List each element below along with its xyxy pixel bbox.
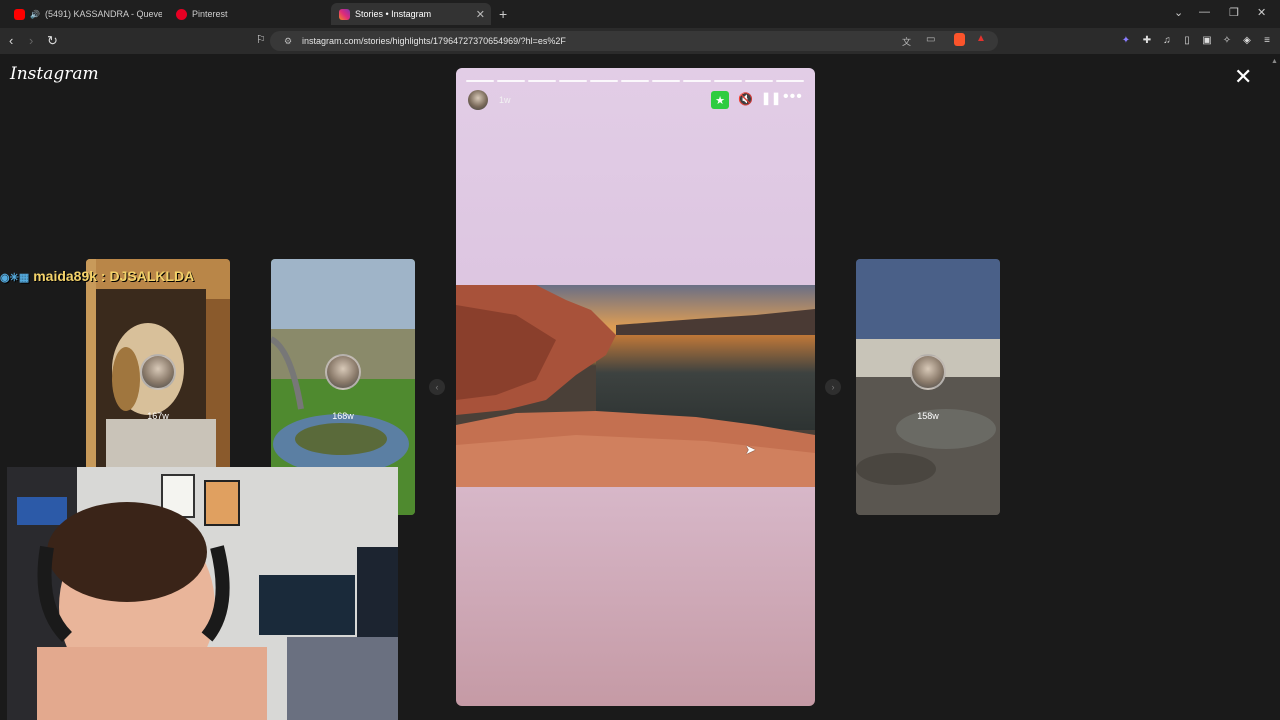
story-header: 1w ★ 🔇 ❚❚ ••• [468, 88, 804, 114]
wallet-icon[interactable]: ▣ [1201, 34, 1213, 46]
instagram-icon [339, 8, 350, 20]
back-button[interactable]: ‹ [9, 33, 13, 48]
youtube-icon [14, 8, 25, 20]
progress-segment [559, 80, 587, 82]
stream-chat-overlay: ◉✳▦ maida89k : DJSALKLDA [0, 268, 194, 284]
webcam-feed [7, 467, 398, 720]
mouse-cursor-icon: ➤ [745, 442, 756, 457]
extensions-icon[interactable]: ✚ [1141, 34, 1153, 46]
progress-segment [590, 80, 618, 82]
close-stories-button[interactable]: ✕ [1234, 66, 1252, 88]
tab-pinterest-label: Pinterest [192, 9, 228, 19]
progress-segment [497, 80, 525, 82]
card-time: 168w [332, 411, 354, 421]
speaker-icon[interactable]: 🔊 [30, 10, 40, 19]
more-options-button[interactable]: ••• [783, 88, 803, 106]
media-icon[interactable]: ♫ [1161, 34, 1173, 46]
stream-chat-text: maida89k : DJSALKLDA [33, 268, 195, 284]
tab-instagram-label: Stories • Instagram [355, 9, 432, 19]
progress-segment [528, 80, 556, 82]
sidebar-icon[interactable]: ▯ [1181, 34, 1193, 46]
cast-icon[interactable]: ▭ [926, 34, 935, 45]
progress-segment [652, 80, 680, 82]
side-story-card-beach[interactable]: 158w [856, 259, 1000, 515]
translate-icon[interactable]: 文 [902, 35, 911, 48]
instagram-logo[interactable]: Instagram [10, 64, 99, 84]
pinterest-icon [176, 8, 187, 20]
tab-close-icon[interactable]: ✕ [476, 8, 485, 21]
leo-icon[interactable]: ✧ [1221, 34, 1233, 46]
card-avatar [910, 354, 946, 390]
close-window-button[interactable]: ✕ [1257, 6, 1266, 19]
tab-list-chevron-icon[interactable]: ⌄ [1174, 6, 1183, 19]
site-info-icon[interactable]: ⚙ [284, 36, 292, 47]
webcam-overlay [7, 467, 398, 720]
story-avatar[interactable] [468, 90, 488, 110]
url-field[interactable]: ⚙ instagram.com/stories/highlights/17964… [270, 31, 998, 51]
pause-button[interactable]: ❚❚ [761, 91, 781, 105]
story-progress-bar [466, 80, 804, 82]
close-friends-star-icon[interactable]: ★ [711, 91, 729, 109]
browser-tab-bar: 🔊 (5491) KASSANDRA - Quevedo (... Pinter… [0, 0, 1280, 28]
menu-icon[interactable]: ≡ [1261, 34, 1273, 46]
reload-button[interactable]: ↻ [47, 33, 58, 49]
story-landscape-photo [456, 285, 815, 487]
story-time: 1w [499, 95, 511, 105]
stories-page: Instagram ✕ ▲ 167w 168w ◉✳▦ maida89k: D… [0, 54, 1280, 720]
restore-button[interactable]: ❐ [1229, 6, 1239, 19]
brave-shield-icon[interactable] [954, 33, 965, 46]
bookmark-icon[interactable]: ⚐ [256, 33, 266, 46]
address-bar-row: ‹ › ↻ ⚐ ⚙ instagram.com/stories/highligh… [0, 28, 1280, 54]
scrollbar[interactable]: ▲ [1270, 58, 1278, 708]
progress-segment [714, 80, 742, 82]
forward-button[interactable]: › [29, 33, 33, 48]
card-avatar [140, 354, 176, 390]
progress-segment [776, 80, 804, 82]
vpn-icon[interactable]: ◈ [1241, 34, 1253, 46]
tab-instagram[interactable]: Stories • Instagram ✕ [331, 3, 491, 25]
progress-segment [745, 80, 773, 82]
mute-button[interactable]: 🔇 [738, 92, 753, 106]
extension-ai-icon[interactable]: ✦ [1120, 34, 1132, 46]
scroll-up-arrow-icon[interactable]: ▲ [1271, 58, 1278, 72]
story-viewer[interactable]: 1w ★ 🔇 ❚❚ ••• [456, 68, 815, 706]
progress-segment [466, 80, 494, 82]
tab-youtube-label: (5491) KASSANDRA - Quevedo (... [44, 9, 162, 19]
card-time: 158w [917, 411, 939, 421]
card-avatar [325, 354, 361, 390]
tab-pinterest[interactable]: Pinterest [168, 3, 328, 25]
card-time: 167w [147, 411, 169, 421]
progress-segment [621, 80, 649, 82]
next-story-button[interactable]: › [825, 379, 841, 395]
chat-badges-icon: ◉✳▦ [0, 272, 30, 284]
url-text: instagram.com/stories/highlights/1796472… [302, 36, 566, 46]
progress-segment [683, 80, 711, 82]
previous-story-button[interactable]: ‹ [429, 379, 445, 395]
new-tab-button[interactable]: + [499, 6, 507, 22]
tab-youtube[interactable]: 🔊 (5491) KASSANDRA - Quevedo (... [6, 3, 162, 25]
brave-rewards-icon[interactable]: ▲ [976, 33, 986, 44]
minimize-button[interactable]: — [1199, 6, 1210, 18]
